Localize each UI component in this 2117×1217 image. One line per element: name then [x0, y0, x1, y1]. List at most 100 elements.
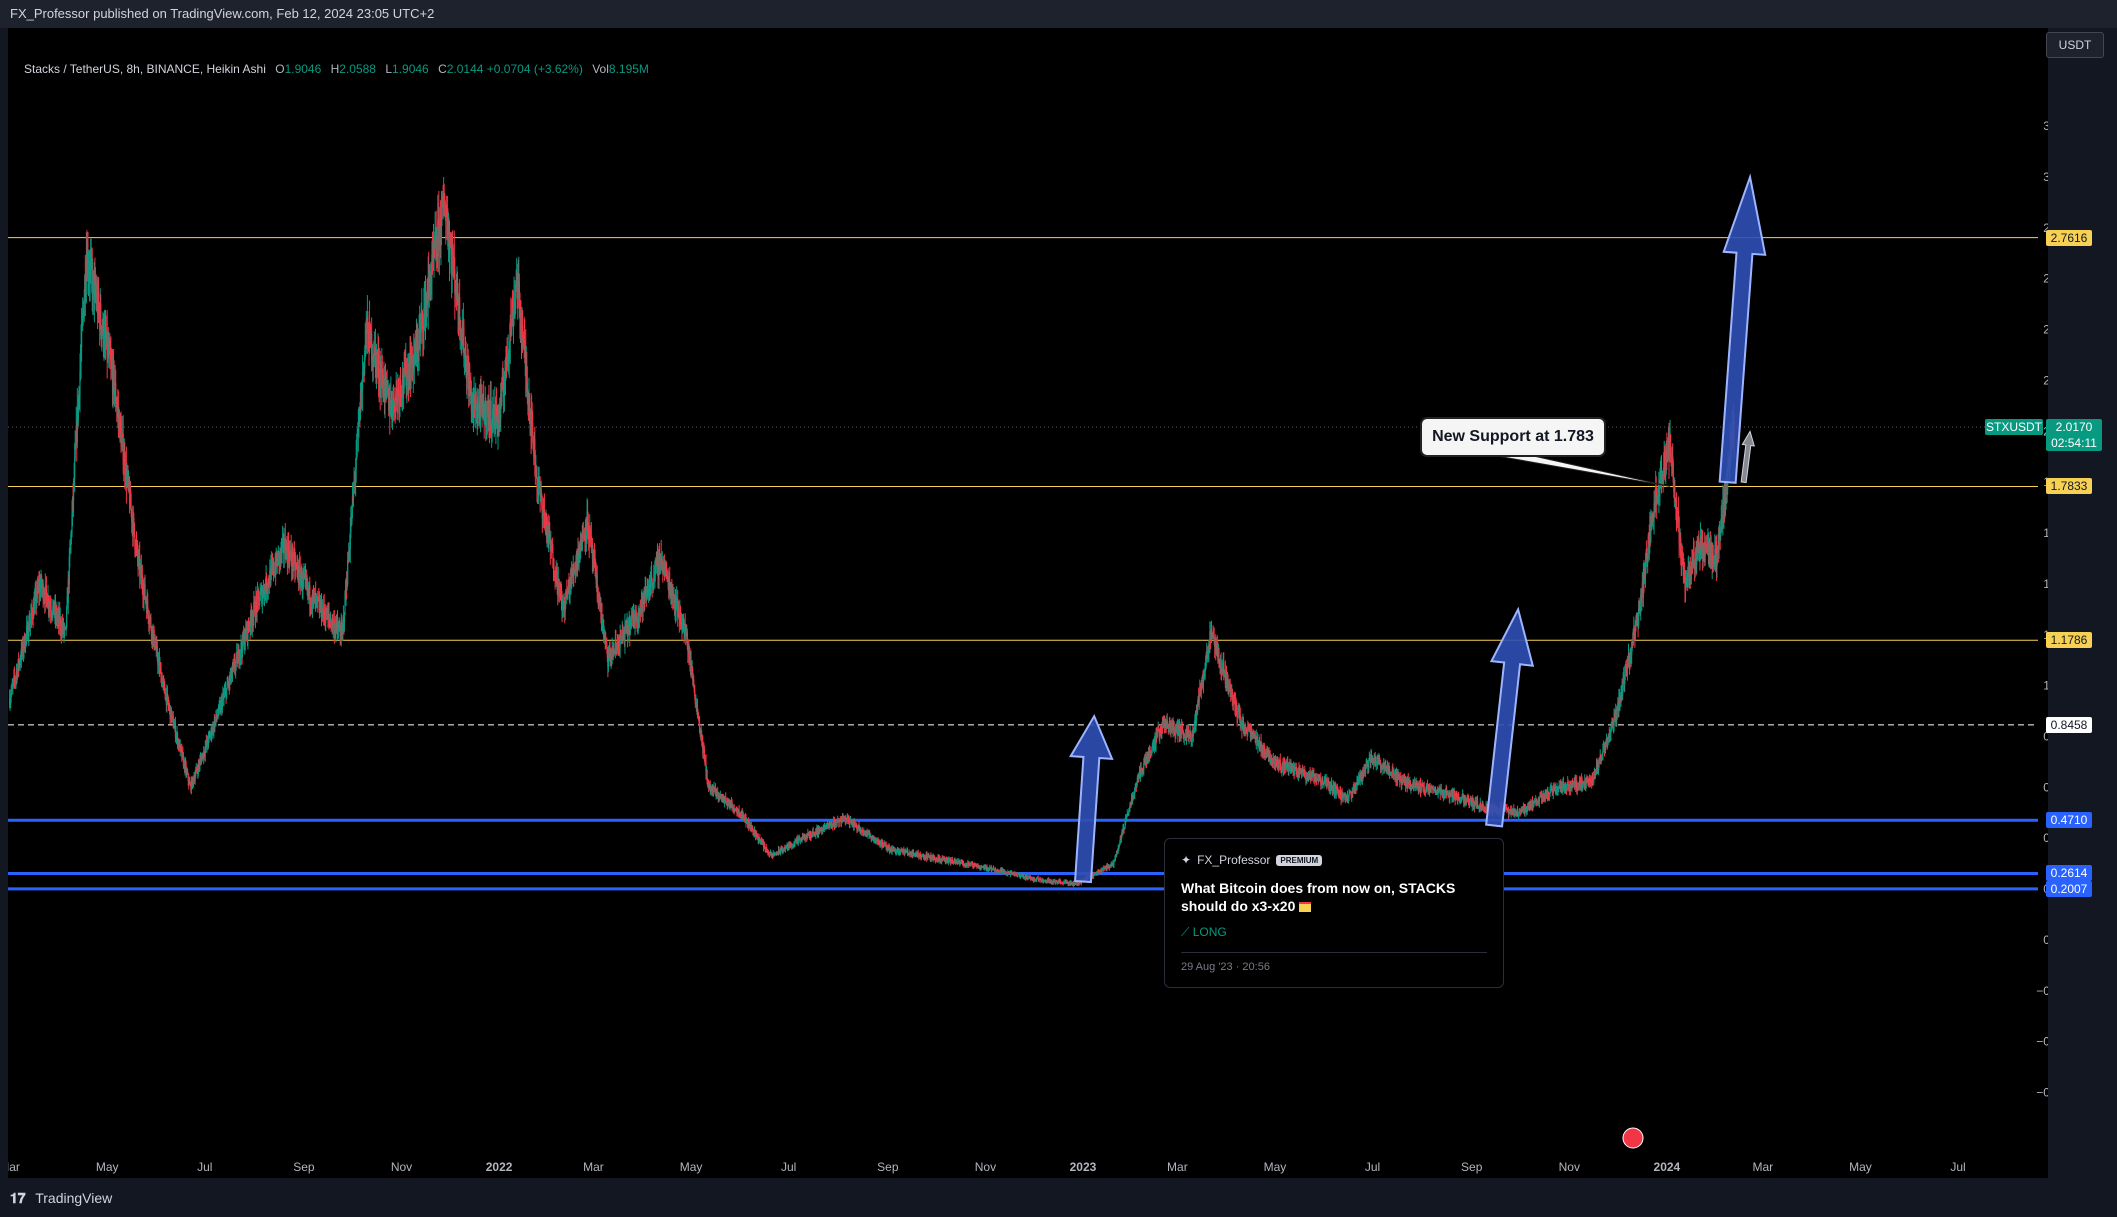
y-tick-label: 0.6000 — [2043, 780, 2048, 794]
x-tick-label: Sep — [1461, 1160, 1483, 1174]
x-tick-label: Mar — [583, 1160, 604, 1174]
x-tick-label: Jul — [781, 1160, 796, 1174]
x-tick-label: 2022 — [486, 1160, 513, 1174]
candle-body — [801, 840, 803, 842]
candle-body — [694, 690, 696, 697]
candle-body — [1213, 635, 1215, 640]
candle-body — [46, 594, 48, 608]
y-tick-label: −0.2000 — [2036, 984, 2048, 998]
x-tick-label: Mar — [1167, 1160, 1188, 1174]
candle-body — [1280, 763, 1282, 769]
y-tick-label: 1.0000 — [2043, 679, 2048, 693]
chart-area[interactable]: 3.20003.00002.80002.60002.40002.20002.00… — [8, 28, 2048, 1178]
candle-body — [374, 348, 376, 356]
y-tick-label: 2.2000 — [2043, 373, 2048, 387]
candle-body — [698, 723, 701, 732]
candle-body — [164, 684, 166, 694]
x-tick-label: Jul — [1950, 1160, 1965, 1174]
x-tick-label: Jul — [1365, 1160, 1380, 1174]
candle-body — [597, 593, 599, 606]
x-tick-label: Nov — [1559, 1160, 1580, 1174]
candle-body — [1279, 760, 1281, 764]
candle-body — [258, 592, 260, 598]
candle-body — [485, 399, 487, 427]
candle-body — [29, 620, 31, 625]
candle-body — [410, 364, 412, 382]
y-tick-label: 3.2000 — [2043, 119, 2048, 133]
x-tick-label: Sep — [293, 1160, 315, 1174]
candle-body — [441, 199, 443, 208]
candle-body — [1198, 695, 1200, 703]
candle-body — [1138, 773, 1140, 779]
candle-body — [133, 517, 135, 523]
candle-body — [556, 571, 558, 591]
candle-body — [1197, 703, 1199, 713]
published-header: FX_Professor published on TradingView.co… — [0, 0, 2117, 28]
candle-body — [520, 312, 522, 331]
candle-body — [53, 600, 55, 616]
candle-body — [881, 841, 884, 847]
candle-body — [1054, 880, 1056, 883]
candle-body — [990, 866, 992, 870]
y-tick-label: 0.0000 — [2043, 933, 2048, 947]
candle-body — [66, 607, 68, 627]
candle-body — [83, 298, 85, 317]
y-tick-label: −0.6000 — [2036, 1086, 2048, 1100]
candle-body — [809, 833, 812, 837]
candle-body — [975, 863, 977, 867]
candle-body — [719, 797, 721, 799]
y-tick-label: 0.4000 — [2043, 831, 2048, 845]
x-tick-label: May — [1264, 1160, 1287, 1174]
x-tick-label: 2023 — [1070, 1160, 1097, 1174]
candle-body — [732, 806, 734, 809]
candle-body — [1101, 871, 1103, 873]
x-tick-label: May — [680, 1160, 703, 1174]
candle-body — [888, 847, 891, 851]
candle-body — [80, 324, 83, 348]
candle-body — [835, 821, 837, 825]
y-tick-label: 3.0000 — [2043, 170, 2048, 184]
candle-body — [693, 679, 695, 686]
candle-body — [607, 656, 610, 668]
y-tick-label: 2.6000 — [2043, 272, 2048, 286]
candle-body — [532, 422, 534, 436]
candle-body — [742, 814, 744, 816]
candle-body — [108, 347, 110, 355]
x-tick-label: Nov — [391, 1160, 412, 1174]
candle-body — [157, 659, 159, 666]
candle-body — [606, 642, 608, 648]
candle-body — [11, 685, 13, 692]
published-text: FX_Professor published on TradingView.co… — [10, 6, 435, 21]
candle-body — [77, 398, 79, 420]
candle-body — [123, 462, 125, 466]
y-tick-label: 2.4000 — [2043, 323, 2048, 337]
candle-body — [484, 411, 486, 425]
y-tick-label: −0.4000 — [2036, 1035, 2048, 1049]
x-tick-label: May — [96, 1160, 119, 1174]
candle-body — [361, 373, 364, 389]
candle-body — [1287, 762, 1289, 772]
candle-body — [133, 522, 135, 536]
candle-body — [153, 629, 155, 647]
price-chart[interactable]: 3.20003.00002.80002.60002.40002.20002.00… — [8, 28, 2048, 1178]
candle-body — [1078, 883, 1080, 885]
candle-body — [492, 408, 494, 423]
x-tick-label: May — [1849, 1160, 1872, 1174]
x-tick-label: Nov — [975, 1160, 996, 1174]
candle-body — [328, 613, 330, 618]
candle-body — [490, 400, 492, 431]
x-tick-label: 2024 — [1654, 1160, 1681, 1174]
candle-body — [764, 843, 766, 848]
y-tick-label: 1.6000 — [2043, 526, 2048, 540]
candle-body — [237, 653, 239, 664]
candle-body — [1241, 725, 1244, 731]
x-tick-label: Mar — [8, 1160, 20, 1174]
candle-body — [501, 383, 503, 403]
candle-body — [463, 326, 465, 358]
x-tick-label: Mar — [1753, 1160, 1774, 1174]
candle-body — [195, 771, 197, 776]
candle-body — [343, 614, 346, 623]
candle-body — [144, 584, 146, 599]
candle-body — [199, 759, 201, 766]
x-tick-label: Sep — [877, 1160, 899, 1174]
